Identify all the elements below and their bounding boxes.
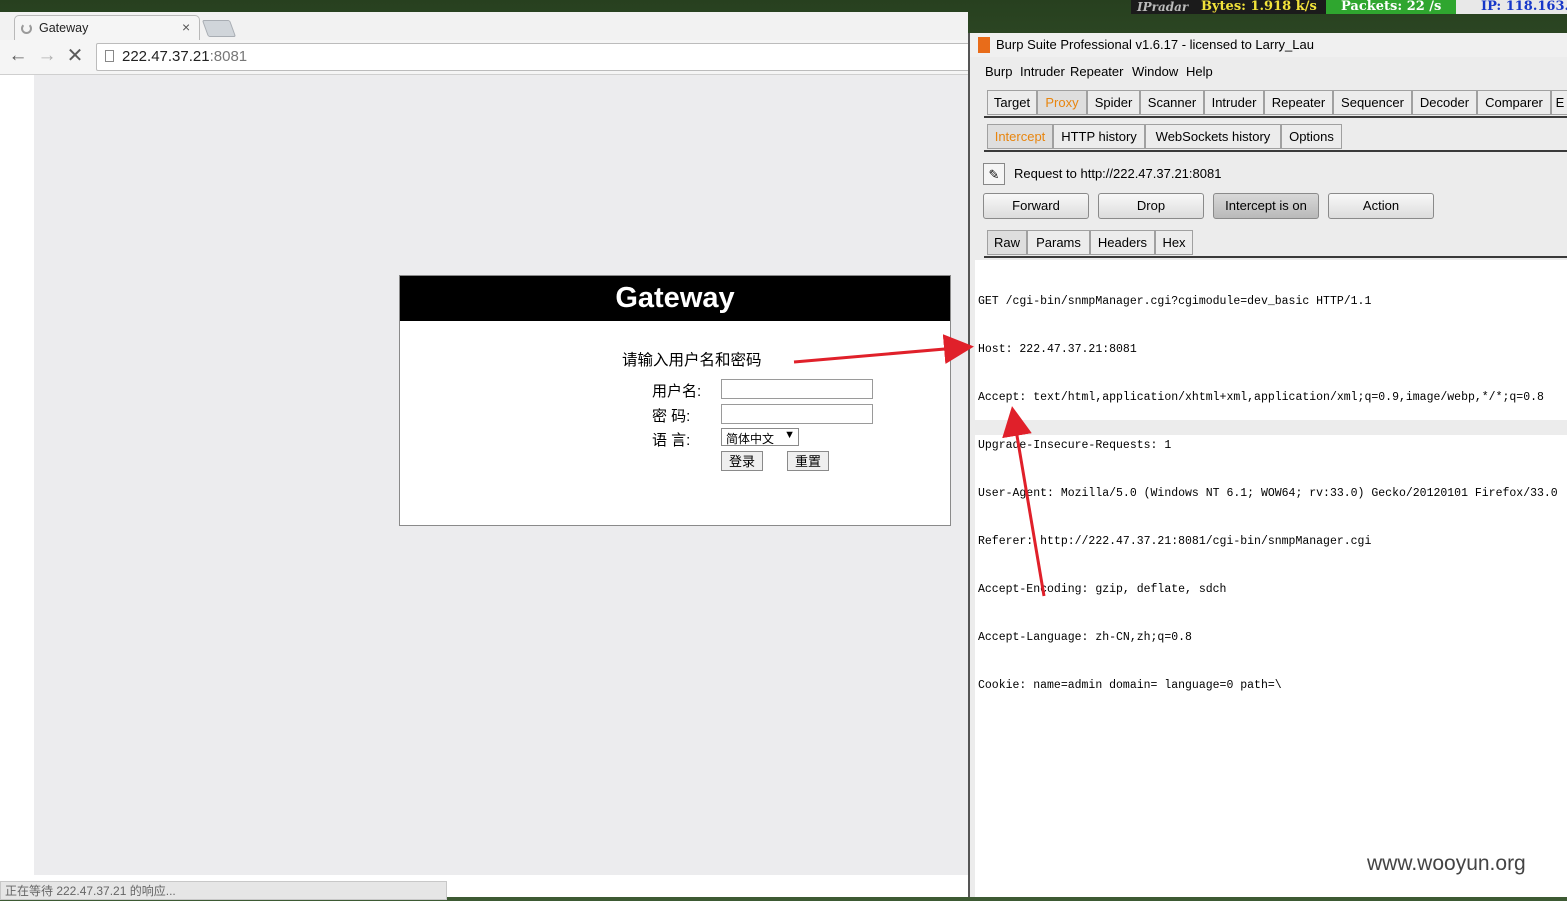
main-tab-row: Target Proxy Spider Scanner Intruder Rep… bbox=[984, 90, 1567, 118]
forward-button[interactable]: Forward bbox=[983, 193, 1089, 219]
proxy-subtab-row: Intercept HTTP history WebSockets histor… bbox=[984, 124, 1567, 152]
stop-button[interactable]: ✕ bbox=[64, 45, 86, 67]
request-target-label: Request to http://222.47.37.21:8081 bbox=[1014, 166, 1222, 181]
tab-repeater[interactable]: Repeater bbox=[1264, 90, 1333, 115]
watermark: www.wooyun.org bbox=[1367, 852, 1526, 875]
language-value: 简体中文 bbox=[726, 432, 775, 446]
netmeter-bytes: Bytes: 1.918 k/s bbox=[1201, 0, 1317, 14]
page-icon bbox=[105, 50, 114, 62]
login-prompt: 请输入用户名和密码 bbox=[622, 352, 762, 369]
tab-http-history[interactable]: HTTP history bbox=[1053, 124, 1145, 149]
login-header: Gateway bbox=[400, 276, 950, 321]
request-line: Upgrade-Insecure-Requests: 1 bbox=[978, 439, 1172, 452]
url-text: 222.47.37.21:8081 bbox=[122, 48, 247, 65]
language-select[interactable]: 简体中文 ▼ bbox=[721, 428, 799, 446]
burp-menubar: Burp Intruder Repeater Window Help bbox=[970, 60, 1567, 82]
netmeter-packets: Packets: 22 /s bbox=[1341, 0, 1442, 14]
request-text: GET /cgi-bin/snmpManager.cgi?cgimodule=d… bbox=[978, 262, 1558, 726]
tab-extender[interactable]: E bbox=[1551, 90, 1567, 115]
netmeter-ip: IP: 118.163.1 bbox=[1481, 0, 1567, 14]
request-line: Host: 222.47.37.21:8081 bbox=[978, 343, 1137, 356]
request-line: Cookie: name=admin domain= language=0 pa… bbox=[978, 679, 1282, 692]
loading-spinner-icon bbox=[21, 23, 32, 34]
menu-burp[interactable]: Burp bbox=[985, 64, 1012, 79]
page-viewport: Gateway 请输入用户名和密码 用户名: 密 码: 语 言: 简体中文 ▼ … bbox=[0, 75, 968, 900]
tab-intruder[interactable]: Intruder bbox=[1204, 90, 1264, 115]
url-port: :8081 bbox=[209, 48, 248, 65]
burp-titlebar: Burp Suite Professional v1.6.17 - licens… bbox=[970, 33, 1567, 57]
pencil-icon[interactable]: ✎ bbox=[983, 163, 1005, 185]
username-input[interactable] bbox=[721, 379, 873, 399]
browser-window: Gateway × ← → ✕ 222.47.37.21:8081 Gatewa… bbox=[0, 12, 978, 900]
chevron-down-icon: ▼ bbox=[784, 429, 795, 441]
username-label: 用户名: bbox=[652, 383, 702, 400]
menu-intruder[interactable]: Intruder bbox=[1020, 64, 1065, 79]
tab-options[interactable]: Options bbox=[1281, 124, 1342, 149]
browser-tab[interactable]: Gateway × bbox=[14, 15, 200, 41]
browser-toolbar: ← → ✕ 222.47.37.21:8081 bbox=[0, 40, 978, 75]
tab-headers[interactable]: Headers bbox=[1090, 230, 1155, 255]
password-label: 密 码: bbox=[652, 408, 691, 425]
tab-spider[interactable]: Spider bbox=[1087, 90, 1140, 115]
login-panel: Gateway 请输入用户名和密码 用户名: 密 码: 语 言: 简体中文 ▼ … bbox=[399, 275, 951, 526]
browser-tabbar: Gateway × bbox=[0, 12, 968, 41]
burp-window: Burp Suite Professional v1.6.17 - licens… bbox=[968, 33, 1567, 897]
forward-button[interactable]: → bbox=[36, 45, 58, 67]
tab-proxy[interactable]: Proxy bbox=[1037, 90, 1087, 115]
request-line: Accept: text/html,application/xhtml+xml,… bbox=[978, 391, 1544, 404]
request-editor[interactable]: GET /cgi-bin/snmpManager.cgi?cgimodule=d… bbox=[975, 260, 1567, 897]
network-meter: IPradar Bytes: 1.918 k/s Packets: 22 /s … bbox=[1131, 0, 1567, 14]
message-view-tab-row: Raw Params Headers Hex bbox=[984, 230, 1567, 258]
menu-help[interactable]: Help bbox=[1186, 64, 1213, 79]
reset-button[interactable]: 重置 bbox=[787, 451, 829, 471]
burp-logo-icon bbox=[978, 37, 990, 53]
tab-sequencer[interactable]: Sequencer bbox=[1333, 90, 1412, 115]
url-host: 222.47.37.21 bbox=[122, 48, 210, 65]
tab-scanner[interactable]: Scanner bbox=[1140, 90, 1204, 115]
new-tab-button[interactable] bbox=[201, 20, 237, 37]
password-input[interactable] bbox=[721, 404, 873, 424]
request-line: Referer: http://222.47.37.21:8081/cgi-bi… bbox=[978, 535, 1372, 548]
intercept-toggle-button[interactable]: Intercept is on bbox=[1213, 193, 1319, 219]
request-line: Accept-Encoding: gzip, deflate, sdch bbox=[978, 583, 1227, 596]
back-button[interactable]: ← bbox=[7, 45, 29, 67]
request-line: GET /cgi-bin/snmpManager.cgi?cgimodule=d… bbox=[978, 295, 1372, 308]
request-line: Accept-Language: zh-CN,zh;q=0.8 bbox=[978, 631, 1192, 644]
tab-raw[interactable]: Raw bbox=[987, 230, 1027, 255]
request-line: User-Agent: Mozilla/5.0 (Windows NT 6.1;… bbox=[978, 487, 1558, 500]
language-label: 语 言: bbox=[652, 432, 691, 449]
tab-decoder[interactable]: Decoder bbox=[1412, 90, 1477, 115]
tab-params[interactable]: Params bbox=[1027, 230, 1090, 255]
menu-window[interactable]: Window bbox=[1132, 64, 1178, 79]
tab-title: Gateway bbox=[39, 21, 89, 35]
tab-comparer[interactable]: Comparer bbox=[1477, 90, 1551, 115]
tab-target[interactable]: Target bbox=[987, 90, 1037, 115]
tab-hex[interactable]: Hex bbox=[1155, 230, 1193, 255]
tab-close-icon[interactable]: × bbox=[182, 19, 190, 35]
action-button[interactable]: Action bbox=[1328, 193, 1434, 219]
netmeter-logo: IPradar bbox=[1137, 0, 1189, 14]
login-button[interactable]: 登录 bbox=[721, 451, 763, 471]
burp-title: Burp Suite Professional v1.6.17 - licens… bbox=[996, 37, 1314, 52]
status-bar: 正在等待 222.47.37.21 的响应... bbox=[0, 881, 447, 900]
tab-intercept[interactable]: Intercept bbox=[987, 124, 1053, 149]
menu-repeater[interactable]: Repeater bbox=[1070, 64, 1123, 79]
tab-websockets-history[interactable]: WebSockets history bbox=[1145, 124, 1281, 149]
address-bar[interactable]: 222.47.37.21:8081 bbox=[96, 43, 978, 71]
drop-button[interactable]: Drop bbox=[1098, 193, 1204, 219]
